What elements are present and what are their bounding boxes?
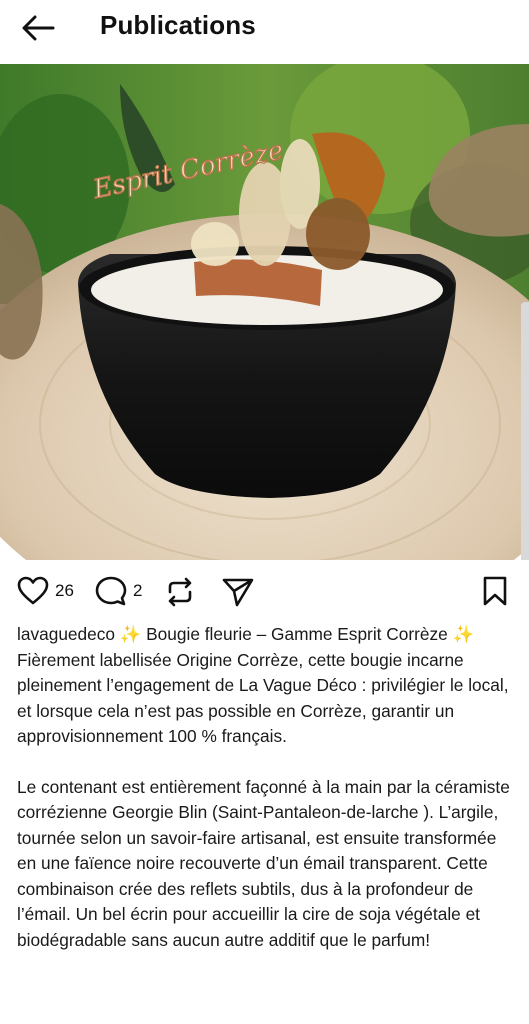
post-action-bar: 26 2 [0, 568, 529, 616]
back-button[interactable] [14, 8, 62, 48]
media-scroll-thumb[interactable] [521, 302, 529, 560]
save-button[interactable] [482, 576, 508, 606]
bookmark-icon [483, 576, 507, 606]
caption-title: ✨ Bougie fleurie – Gamme Esprit Corrèze … [115, 624, 475, 644]
post-caption: lavaguedeco ✨ Bougie fleurie – Gamme Esp… [17, 622, 517, 953]
candle-photo: Esprit Corrèze [0, 64, 529, 560]
post-media[interactable]: Esprit Corrèze [0, 64, 529, 560]
caption-paragraph-2: Le contenant est entièrement façonné à l… [17, 776, 510, 950]
like-button[interactable]: 26 [17, 576, 74, 606]
top-bar: Publications [0, 0, 529, 58]
arrow-left-icon [22, 15, 55, 41]
send-icon [222, 578, 254, 607]
comment-button[interactable]: 2 [95, 576, 142, 606]
comment-icon [95, 576, 127, 606]
share-button[interactable] [221, 576, 255, 608]
repost-button[interactable] [164, 576, 196, 608]
caption-paragraph-1: Fièrement labellisée Origine Corrèze, ce… [17, 649, 509, 747]
caption-headline: lavaguedeco ✨ Bougie fleurie – Gamme Esp… [17, 622, 517, 648]
heart-icon [17, 576, 49, 605]
repost-icon [168, 577, 192, 607]
page-title: Publications [100, 10, 256, 40]
username-link[interactable]: lavaguedeco [17, 624, 115, 644]
like-count: 26 [55, 581, 74, 600]
comment-count: 2 [133, 581, 143, 600]
